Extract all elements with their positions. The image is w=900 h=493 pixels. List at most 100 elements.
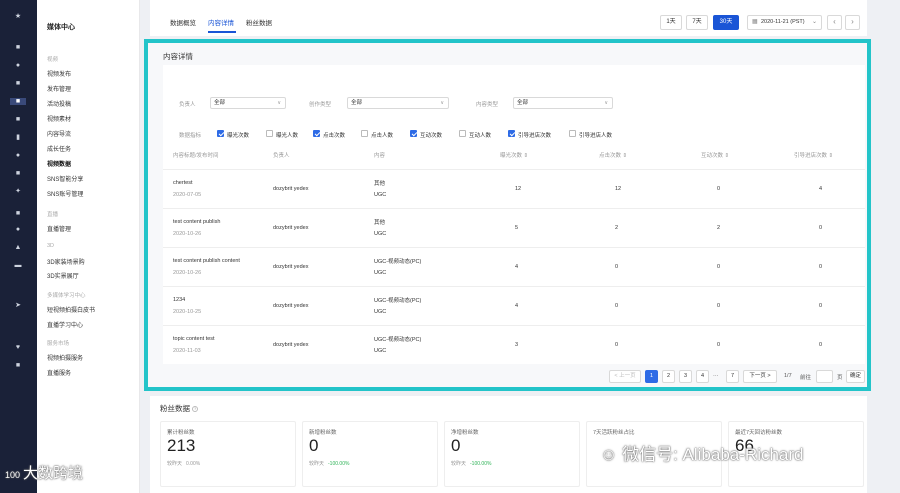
wechat-icon: ☺ bbox=[600, 445, 618, 464]
menu-item-whitepaper[interactable]: 短视频拍摄白皮书 bbox=[47, 305, 95, 314]
menu-item-tasks[interactable]: 成长任务 bbox=[47, 144, 71, 153]
store-icon[interactable]: ■ bbox=[14, 44, 22, 51]
col-exposure[interactable]: 曝光次数 ⇕ bbox=[500, 151, 528, 159]
row-exposure: 3 bbox=[515, 342, 519, 348]
row-interactions: 0 bbox=[717, 303, 721, 309]
menu-item-sns-account[interactable]: SNS账号管理 bbox=[47, 189, 83, 198]
content-type-select[interactable]: 全部 ∨ bbox=[513, 97, 613, 109]
menu-item-live-learning[interactable]: 直播学习中心 bbox=[47, 320, 83, 329]
menu-item-live-service[interactable]: 直播服务 bbox=[47, 368, 71, 377]
row-title[interactable]: 1234 bbox=[173, 297, 185, 303]
media-icon[interactable]: ■ bbox=[10, 98, 26, 105]
table-row: test content publish 2020-10-26 dozybrit… bbox=[163, 208, 865, 247]
row-title[interactable]: chertest bbox=[173, 180, 193, 186]
metric-exposure-count[interactable]: 曝光次数 bbox=[217, 130, 249, 139]
confirm-button[interactable]: 确定 bbox=[846, 370, 865, 383]
menu-item-traffic[interactable]: 内容导流 bbox=[47, 129, 71, 138]
page-2-button[interactable]: 2 bbox=[662, 370, 675, 383]
menu-item-sns-share[interactable]: SNS智能分享 bbox=[47, 174, 83, 183]
home-icon[interactable]: ★ bbox=[14, 13, 22, 20]
row-title[interactable]: test content publish content bbox=[173, 258, 240, 264]
grid-icon[interactable]: ■ bbox=[14, 80, 22, 87]
message-icon[interactable]: ■ bbox=[14, 116, 22, 123]
range-30d-button[interactable]: 30天 bbox=[713, 15, 739, 30]
globe-icon[interactable]: ● bbox=[14, 226, 22, 233]
row-interactions: 0 bbox=[717, 342, 721, 348]
date-picker[interactable]: ▦ 2020-11-21 (PST) ⌄ bbox=[747, 15, 822, 30]
chart-icon[interactable]: ▮ bbox=[14, 134, 22, 141]
product-icon[interactable]: ● bbox=[14, 62, 22, 69]
heart-icon[interactable]: ♥ bbox=[14, 344, 22, 351]
tab-fans[interactable]: 粉丝数据 bbox=[246, 17, 272, 27]
share-icon[interactable]: ✦ bbox=[14, 188, 22, 195]
bag-icon[interactable]: ■ bbox=[14, 362, 22, 369]
fans-card-total: 累计粉丝数 213 较昨天 0.00% bbox=[160, 421, 296, 487]
menu-item-3d-showroom[interactable]: 3D实景展厅 bbox=[47, 271, 79, 280]
menu-item-video-publish[interactable]: 视频发布 bbox=[47, 69, 71, 78]
menu-item-campaign[interactable]: 活动投稿 bbox=[47, 99, 71, 108]
col-interactions[interactable]: 互动次数 ⇕ bbox=[701, 151, 729, 159]
col-clicks[interactable]: 点击次数 ⇕ bbox=[599, 151, 627, 159]
user-icon[interactable]: ▲ bbox=[14, 244, 22, 251]
next-page-button[interactable]: 下一页 > bbox=[743, 370, 777, 383]
panel-title: 内容详情 bbox=[163, 52, 193, 61]
metric-interaction-users[interactable]: 互动人数 bbox=[459, 130, 491, 139]
owner-select[interactable]: 全部 ∨ bbox=[210, 97, 286, 109]
metric-click-count[interactable]: 点击次数 bbox=[313, 130, 345, 139]
card-label: 7天活跃粉丝占比 bbox=[593, 430, 635, 436]
send-icon[interactable]: ➤ bbox=[14, 302, 22, 309]
goto-page-input[interactable] bbox=[816, 370, 833, 383]
row-leads: 0 bbox=[819, 225, 823, 231]
menu-group-learning: 多媒体学习中心 bbox=[47, 293, 86, 299]
metric-click-users[interactable]: 点击人数 bbox=[361, 130, 393, 139]
prev-date-button[interactable]: ‹ bbox=[827, 15, 842, 30]
col-leads[interactable]: 引导进店次数 ⇕ bbox=[794, 151, 833, 159]
fans-card-net: 净增粉丝数 0 较昨天 -100.00% bbox=[444, 421, 580, 487]
tab-content-details[interactable]: 内容详情 bbox=[208, 17, 234, 27]
checkbox-icon bbox=[410, 130, 417, 137]
menu-item-publish-manage[interactable]: 发布管理 bbox=[47, 84, 71, 93]
range-1d-button[interactable]: 1天 bbox=[660, 15, 682, 30]
metric-exposure-users[interactable]: 曝光人数 bbox=[266, 130, 298, 139]
col-title: 内容标题/发布时间 bbox=[173, 153, 219, 159]
table-row: 1234 2020-10-25 dozybrit yedex UGC-视频动态(… bbox=[163, 286, 865, 325]
menu-item-video-assets[interactable]: 视频素材 bbox=[47, 114, 71, 123]
date-value: 2020-11-21 (PST) bbox=[761, 19, 805, 25]
row-clicks: 12 bbox=[615, 186, 622, 192]
row-content-source: UGC bbox=[374, 309, 387, 315]
row-title[interactable]: test content publish bbox=[173, 219, 220, 225]
bank-icon[interactable]: ▬ bbox=[14, 262, 22, 269]
location-icon[interactable]: ● bbox=[14, 152, 22, 159]
brand-watermark: 100 大数跨境 bbox=[5, 462, 83, 483]
page-1-button[interactable]: 1 bbox=[645, 370, 658, 383]
page-7-button[interactable]: 7 bbox=[726, 370, 739, 383]
range-7d-button[interactable]: 7天 bbox=[686, 15, 708, 30]
card-label: 累计粉丝数 bbox=[167, 430, 195, 436]
compare-delta: 0.00% bbox=[186, 461, 201, 467]
metric-lead-count[interactable]: 引导进店次数 bbox=[508, 130, 551, 139]
menu-item-shoot-service[interactable]: 视频拍摄服务 bbox=[47, 353, 83, 362]
row-interactions: 0 bbox=[717, 264, 721, 270]
menu-item-video-data[interactable]: 视频数据 bbox=[47, 159, 71, 168]
row-leads: 0 bbox=[819, 303, 823, 309]
table-row: test content publish content 2020-10-26 … bbox=[163, 247, 865, 286]
truck-icon[interactable]: ■ bbox=[14, 170, 22, 177]
help-icon[interactable]: ? bbox=[192, 406, 199, 413]
metric-lead-users[interactable]: 引导进店人数 bbox=[569, 130, 612, 139]
row-title[interactable]: topic content test bbox=[173, 336, 215, 342]
compare-label: 较昨天 bbox=[451, 461, 467, 467]
creation-type-select[interactable]: 全部 ∨ bbox=[347, 97, 449, 109]
metric-interaction-count[interactable]: 互动次数 bbox=[410, 130, 442, 139]
tab-overview[interactable]: 数据概览 bbox=[170, 17, 196, 27]
page-4-button[interactable]: 4 bbox=[696, 370, 709, 383]
page-3-button[interactable]: 3 bbox=[679, 370, 692, 383]
menu-item-3d-home[interactable]: 3D家装场景购 bbox=[47, 257, 85, 266]
col-owner: 负责人 bbox=[273, 153, 290, 159]
row-content-type: UGC-视频动态(PC) bbox=[374, 298, 422, 304]
card-value: 0 bbox=[451, 436, 461, 455]
menu-item-live-manage[interactable]: 直播管理 bbox=[47, 224, 71, 233]
next-date-button[interactable]: › bbox=[845, 15, 860, 30]
prev-page-button[interactable]: < 上一页 bbox=[609, 370, 641, 383]
menu-group-live: 直播 bbox=[47, 212, 59, 218]
card-icon[interactable]: ■ bbox=[14, 210, 22, 217]
